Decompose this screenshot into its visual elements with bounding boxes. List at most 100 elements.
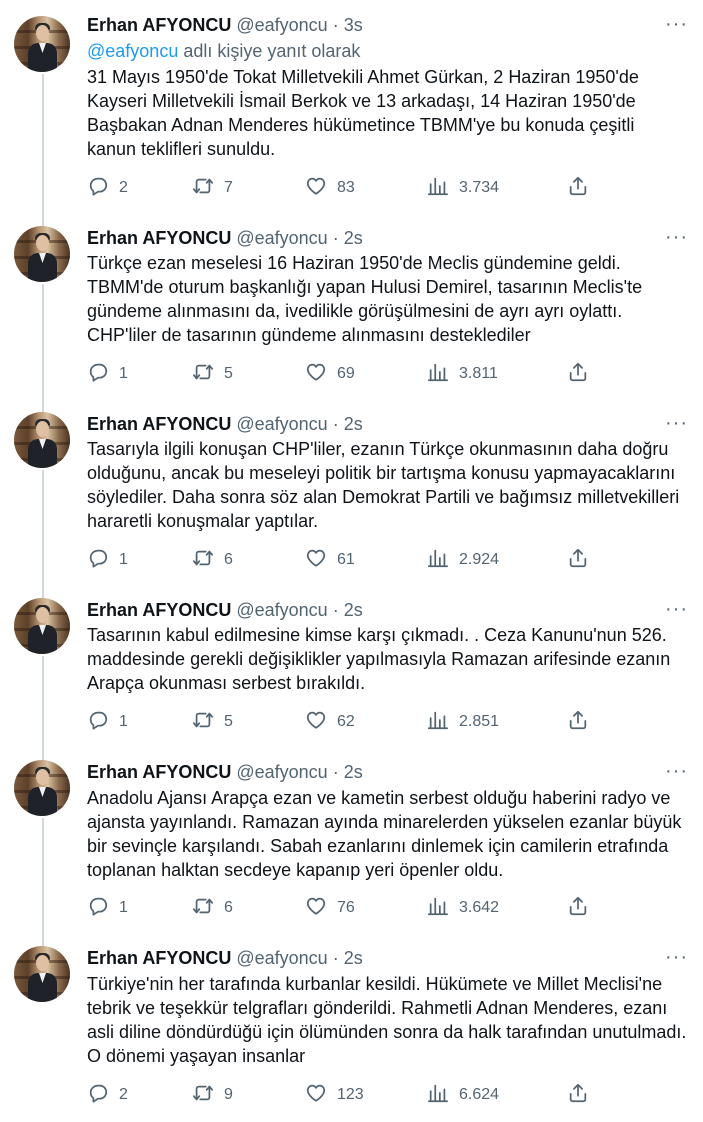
tweet-text: Tasarıyla ilgili konuşan CHP'liler, ezan… — [87, 439, 680, 531]
like-count: 123 — [337, 1086, 364, 1103]
separator-dot: · — [327, 948, 344, 968]
avatar[interactable] — [14, 226, 70, 282]
share-button[interactable] — [567, 548, 589, 572]
author-name[interactable]: Erhan AFYONCU — [87, 228, 231, 248]
reply-icon — [87, 175, 109, 202]
author-name[interactable]: Erhan AFYONCU — [87, 762, 231, 782]
like-button[interactable]: 76 — [305, 896, 355, 920]
tweet-time[interactable]: 2s — [344, 762, 363, 782]
reply-context-label: adlı kişiye yanıt olarak — [178, 41, 361, 61]
like-count: 76 — [337, 899, 355, 916]
avatar[interactable] — [14, 16, 70, 72]
like-button[interactable]: 83 — [305, 176, 355, 200]
view-count: 2.924 — [459, 551, 500, 568]
view-count: 6.624 — [459, 1086, 500, 1103]
heart-icon — [305, 895, 327, 922]
author-handle[interactable]: @eafyoncu — [236, 414, 327, 434]
like-button[interactable]: 61 — [305, 548, 355, 572]
reply-icon — [87, 895, 109, 922]
retweet-button[interactable]: 5 — [192, 710, 233, 734]
author-handle[interactable]: @eafyoncu — [236, 15, 327, 35]
reply-button[interactable]: 1 — [87, 710, 128, 734]
reply-button[interactable]: 2 — [87, 1083, 128, 1107]
view-count: 3.642 — [459, 899, 500, 916]
like-button[interactable]: 123 — [305, 1083, 364, 1107]
views-button[interactable]: 2.851 — [427, 710, 499, 734]
tweet-actions: 1 6 76 3.642 — [87, 896, 617, 920]
views-icon — [427, 709, 449, 736]
share-button[interactable] — [567, 362, 589, 386]
avatar[interactable] — [14, 760, 70, 816]
tweet-actions: 1 6 61 2.924 — [87, 548, 617, 572]
reply-button[interactable]: 1 — [87, 548, 128, 572]
share-button[interactable] — [567, 710, 589, 734]
retweet-icon — [192, 895, 214, 922]
avatar[interactable] — [14, 412, 70, 468]
reply-button[interactable]: 2 — [87, 176, 128, 200]
views-button[interactable]: 2.924 — [427, 548, 499, 572]
retweet-count: 9 — [224, 1086, 233, 1103]
views-button[interactable]: 6.624 — [427, 1083, 499, 1107]
more-options-icon[interactable]: ··· — [665, 413, 687, 438]
more-options-icon[interactable]: ··· — [665, 599, 687, 624]
share-icon — [567, 709, 589, 736]
share-button[interactable] — [567, 176, 589, 200]
tweet-time[interactable]: 2s — [344, 600, 363, 620]
like-button[interactable]: 62 — [305, 710, 355, 734]
author-handle[interactable]: @eafyoncu — [236, 948, 327, 968]
views-button[interactable]: 3.734 — [427, 176, 499, 200]
reply-context: @eafyoncu adlı kişiye yanıt olarak — [87, 39, 360, 63]
share-button[interactable] — [567, 896, 589, 920]
reply-button[interactable]: 1 — [87, 896, 128, 920]
views-icon — [427, 361, 449, 388]
tweet-text: Tasarının kabul edilmesine kimse karşı ç… — [87, 625, 671, 693]
author-name[interactable]: Erhan AFYONCU — [87, 414, 231, 434]
tweet-header: Erhan AFYONCU @eafyoncu · 2s — [87, 598, 363, 622]
tweet-time[interactable]: 2s — [344, 228, 363, 248]
retweet-icon — [192, 361, 214, 388]
reply-mention-link[interactable]: @eafyoncu — [87, 41, 178, 61]
retweet-button[interactable]: 5 — [192, 362, 233, 386]
more-options-icon[interactable]: ··· — [665, 227, 687, 252]
retweet-button[interactable]: 6 — [192, 548, 233, 572]
avatar[interactable] — [14, 946, 70, 1002]
reply-icon — [87, 1082, 109, 1109]
author-name[interactable]: Erhan AFYONCU — [87, 600, 231, 620]
retweet-count: 7 — [224, 179, 233, 196]
author-handle[interactable]: @eafyoncu — [236, 762, 327, 782]
author-name[interactable]: Erhan AFYONCU — [87, 15, 231, 35]
like-button[interactable]: 69 — [305, 362, 355, 386]
author-handle[interactable]: @eafyoncu — [236, 600, 327, 620]
thread-connector-line — [42, 470, 44, 600]
author-name[interactable]: Erhan AFYONCU — [87, 948, 231, 968]
reply-count: 1 — [119, 551, 128, 568]
thread-connector-line — [42, 818, 44, 948]
tweet-time[interactable]: 2s — [344, 414, 363, 434]
more-options-icon[interactable]: ··· — [665, 947, 687, 972]
retweet-button[interactable]: 7 — [192, 176, 233, 200]
more-options-icon[interactable]: ··· — [665, 14, 687, 39]
author-handle[interactable]: @eafyoncu — [236, 228, 327, 248]
tweet-time[interactable]: 2s — [344, 948, 363, 968]
like-count: 69 — [337, 365, 355, 382]
heart-icon — [305, 361, 327, 388]
view-count: 3.734 — [459, 179, 500, 196]
tweet-time[interactable]: 3s — [344, 15, 363, 35]
reply-count: 1 — [119, 365, 128, 382]
views-button[interactable]: 3.642 — [427, 896, 499, 920]
views-icon — [427, 1082, 449, 1109]
views-button[interactable]: 3.811 — [427, 362, 498, 386]
retweet-button[interactable]: 6 — [192, 896, 233, 920]
share-icon — [567, 1082, 589, 1109]
tweet-header: Erhan AFYONCU @eafyoncu · 2s — [87, 760, 363, 784]
reply-button[interactable]: 1 — [87, 362, 128, 386]
thread-connector-line — [42, 656, 44, 762]
avatar[interactable] — [14, 598, 70, 654]
tweet-text: Türkçe ezan meselesi 16 Haziran 1950'de … — [87, 253, 643, 345]
separator-dot: · — [327, 600, 344, 620]
retweet-button[interactable]: 9 — [192, 1083, 233, 1107]
tweet-header: Erhan AFYONCU @eafyoncu · 2s — [87, 412, 363, 436]
share-button[interactable] — [567, 1083, 589, 1107]
more-options-icon[interactable]: ··· — [665, 761, 687, 786]
like-count: 83 — [337, 179, 355, 196]
